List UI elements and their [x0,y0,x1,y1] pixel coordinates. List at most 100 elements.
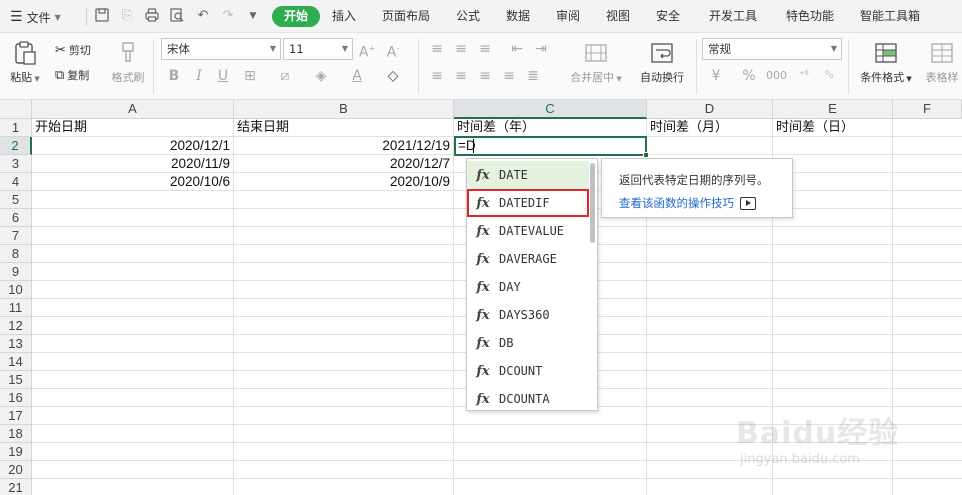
tab-developer[interactable]: 开发工具 [705,6,761,27]
italic-icon[interactable]: I [190,67,208,85]
row-header[interactable]: 3 [0,155,32,173]
row-header[interactable]: 8 [0,245,32,263]
column-header-c[interactable]: C [454,100,647,119]
cell-b1[interactable]: 结束日期 [234,119,453,137]
export-icon[interactable]: ⎘ [118,7,136,25]
font-size-select[interactable]: 11 ▼ [283,38,353,60]
autocomplete-item-date[interactable]: fx DATE [467,161,589,189]
row-header[interactable]: 10 [0,281,32,299]
function-tips-link[interactable]: 查看该函数的操作技巧 [619,195,756,211]
thousands-icon[interactable]: 000 [766,67,787,85]
row-header[interactable]: 18 [0,425,32,443]
align-top-icon[interactable]: ≡ [428,40,446,58]
row-header[interactable]: 19 [0,443,32,461]
row-header[interactable]: 20 [0,461,32,479]
autocomplete-item-days360[interactable]: fx DAYS360 [467,301,589,329]
file-menu[interactable]: ☰ 文件 ▼ [10,7,61,27]
cell-b2[interactable]: 2021/12/19 [234,137,453,155]
font-name-select[interactable]: 宋体 ▼ [161,38,281,60]
row-header[interactable]: 2 [0,137,32,155]
row-header[interactable]: 14 [0,353,32,371]
column-header-f[interactable]: F [893,100,962,119]
active-cell-c2[interactable]: =D [454,136,649,158]
row-header[interactable]: 4 [0,173,32,191]
border-icon[interactable]: ⊞ [241,67,259,85]
column-header-b[interactable]: B [234,100,454,119]
autocomplete-item-daverage[interactable]: fx DAVERAGE [467,245,589,273]
quick-access-dropdown-icon[interactable]: ▼ [244,7,262,25]
autocomplete-scrollbar[interactable] [590,163,595,243]
row-header[interactable]: 12 [0,317,32,335]
eraser-icon[interactable]: ◇ [384,67,402,85]
cell-e1[interactable]: 时间差（日） [773,119,892,137]
select-all-corner[interactable] [0,100,32,119]
wrap-text-button[interactable]: 自动换行 [636,40,688,85]
row-header[interactable]: 15 [0,371,32,389]
redo-icon[interactable]: ↷ [219,7,237,25]
column-header-e[interactable]: E [773,100,893,119]
cell-a2[interactable]: 2020/12/1 [32,137,233,155]
copy-button[interactable]: ⧉ 复制 [55,66,89,84]
tab-insert[interactable]: 插入 [328,6,360,27]
print-icon[interactable] [143,7,161,25]
row-header[interactable]: 7 [0,227,32,245]
indent-increase-icon[interactable]: ⇥ [532,40,550,58]
cell-b4[interactable]: 2020/10/9 [234,173,453,191]
cell-b3[interactable]: 2020/12/7 [234,155,453,173]
indent-decrease-icon[interactable]: ⇤ [508,40,526,58]
row-header[interactable]: 6 [0,209,32,227]
justify-icon[interactable]: ≡ [500,67,518,85]
currency-icon[interactable]: ¥ [707,67,725,85]
tab-view[interactable]: 视图 [602,6,634,27]
merge-center-button[interactable]: 合并居中 ▼ [566,40,626,85]
autocomplete-item-datedif[interactable]: fx DATEDIF [467,189,589,217]
align-right-icon[interactable]: ≡ [476,67,494,85]
fill-color-icon[interactable]: ◈ [312,67,330,85]
cell-d1[interactable]: 时间差（月） [647,119,772,137]
tab-features[interactable]: 特色功能 [782,6,838,27]
undo-icon[interactable]: ↶ [194,7,212,25]
row-header[interactable]: 21 [0,479,32,495]
decrease-font-icon[interactable]: A- [384,40,402,61]
row-header[interactable]: 16 [0,389,32,407]
cut-button[interactable]: ✂ 剪切 [55,41,91,59]
paste-button[interactable]: 粘贴 ▼ [8,40,42,85]
tab-smart-toolbox[interactable]: 智能工具箱 [856,6,924,27]
tab-security[interactable]: 安全 [652,6,684,27]
tab-home[interactable]: 开始 [272,6,321,27]
row-header[interactable]: 17 [0,407,32,425]
font-color-icon[interactable]: A [348,67,366,85]
align-center-icon[interactable]: ≡ [452,67,470,85]
tab-formulas[interactable]: 公式 [452,6,484,27]
increase-font-icon[interactable]: A+ [358,40,376,61]
row-header[interactable]: 13 [0,335,32,353]
cell-c1[interactable]: 时间差（年） [454,119,646,137]
tab-data[interactable]: 数据 [502,6,534,27]
table-style-button[interactable]: 表格样 [922,40,962,85]
tab-review[interactable]: 审阅 [552,6,584,27]
cell-style-icon[interactable]: ⧄ [276,67,294,85]
percent-icon[interactable]: % [740,67,758,85]
autocomplete-item-dcounta[interactable]: fx DCOUNTA [467,385,589,410]
print-preview-icon[interactable] [168,7,186,25]
tab-page-layout[interactable]: 页面布局 [378,6,434,27]
underline-icon[interactable]: U [214,67,232,85]
distributed-icon[interactable]: ≣ [524,67,542,85]
autocomplete-item-dcount[interactable]: fx DCOUNT [467,357,589,385]
row-header[interactable]: 5 [0,191,32,209]
autocomplete-item-day[interactable]: fx DAY [467,273,589,301]
align-middle-icon[interactable]: ≡ [452,40,470,58]
column-header-a[interactable]: A [32,100,234,119]
row-header[interactable]: 9 [0,263,32,281]
bold-icon[interactable]: B [165,67,183,85]
row-header[interactable]: 11 [0,299,32,317]
cell-a1[interactable]: 开始日期 [32,119,233,137]
format-painter-button[interactable]: 格式刷 [108,40,148,85]
align-bottom-icon[interactable]: ≡ [476,40,494,58]
cell-a3[interactable]: 2020/11/9 [32,155,233,173]
increase-decimal-icon[interactable]: ⁺⁰ [795,67,813,85]
column-header-d[interactable]: D [647,100,773,119]
autocomplete-item-db[interactable]: fx DB [467,329,589,357]
save-icon[interactable] [93,7,111,25]
number-format-select[interactable]: 常规 ▼ [702,38,842,60]
